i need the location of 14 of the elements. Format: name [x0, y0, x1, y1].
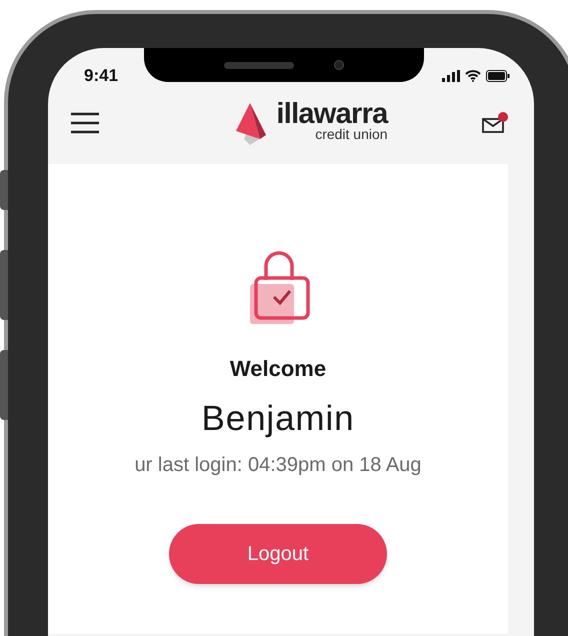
- mail-icon[interactable]: [482, 116, 506, 134]
- logo-tagline: credit union: [315, 126, 388, 140]
- signal-icon: [442, 70, 460, 82]
- camera-lens: [334, 60, 344, 70]
- user-name: Benjamin: [202, 398, 354, 440]
- wifi-icon: [465, 70, 481, 82]
- logout-button[interactable]: Logout: [169, 524, 387, 584]
- welcome-title: Welcome: [230, 355, 326, 383]
- logo-name: illawarra: [276, 100, 388, 128]
- status-time: 9:41: [84, 65, 118, 88]
- last-login-text: ur last login: 04:39pm on 18 Aug: [134, 452, 422, 478]
- speaker-grille: [224, 62, 294, 68]
- menu-icon[interactable]: [70, 112, 100, 134]
- battery-icon: [486, 70, 510, 82]
